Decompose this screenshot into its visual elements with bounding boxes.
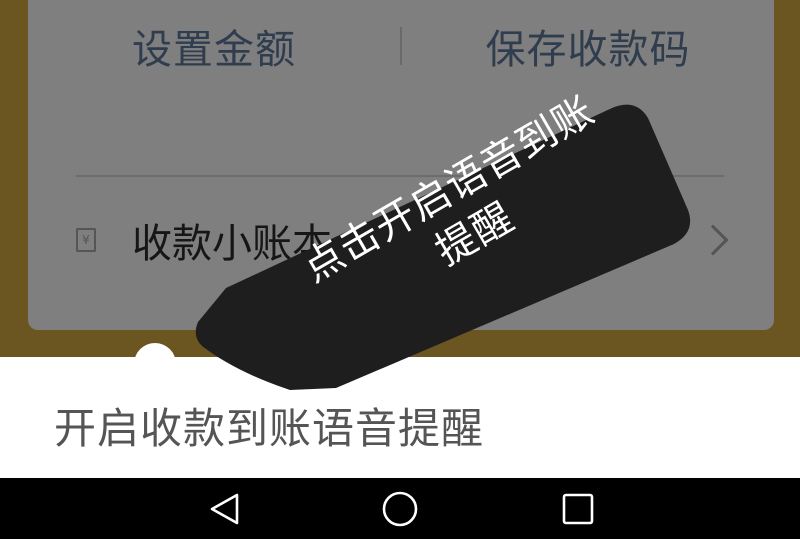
recents-square-icon xyxy=(562,493,594,524)
card-actions: 设置金额 保存收款码 xyxy=(28,0,774,92)
back-triangle-icon xyxy=(210,493,239,524)
ledger-icon: ¥ xyxy=(76,228,96,252)
voice-reminder-label: 开启收款到账语音提醒 xyxy=(54,404,485,453)
home-circle-icon xyxy=(382,491,418,526)
back-button[interactable] xyxy=(184,478,264,539)
save-qr-code-button[interactable]: 保存收款码 xyxy=(402,17,774,75)
home-button[interactable] xyxy=(360,478,440,539)
navigation-bar xyxy=(0,478,800,539)
tooltip-anchor-dot xyxy=(134,343,176,385)
voice-reminder-sheet[interactable]: 开启收款到账语音提醒 xyxy=(0,357,800,478)
recents-button[interactable] xyxy=(538,478,618,539)
chevron-right-icon xyxy=(697,224,729,256)
set-amount-button[interactable]: 设置金额 xyxy=(28,17,400,75)
